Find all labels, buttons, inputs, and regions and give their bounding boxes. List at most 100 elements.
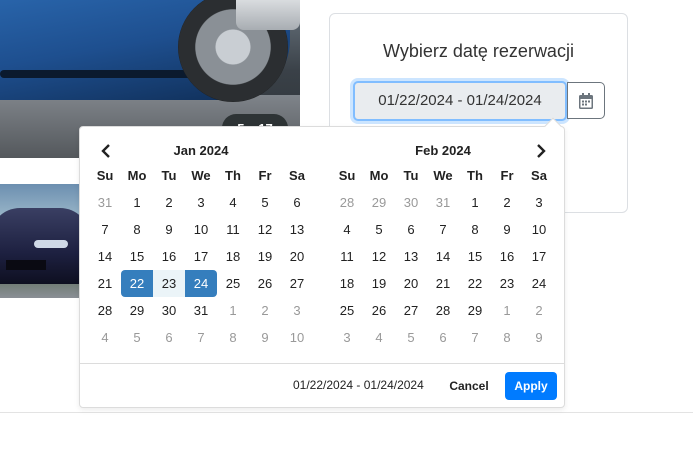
- calendar-day[interactable]: 11: [331, 243, 363, 270]
- calendar-day[interactable]: 4: [89, 324, 121, 351]
- calendar-day[interactable]: 4: [217, 189, 249, 216]
- calendar-day[interactable]: 30: [153, 297, 185, 324]
- weekday-label: Mo: [127, 168, 147, 183]
- calendar-day[interactable]: 8: [121, 216, 153, 243]
- calendar-day[interactable]: 5: [121, 324, 153, 351]
- calendar-day[interactable]: 7: [185, 324, 217, 351]
- calendar-day[interactable]: 4: [363, 324, 395, 351]
- calendar-day[interactable]: 1: [217, 297, 249, 324]
- calendar-day[interactable]: 9: [249, 324, 281, 351]
- calendar-day[interactable]: 9: [523, 324, 555, 351]
- calendar-day[interactable]: 4: [331, 216, 363, 243]
- calendar-day[interactable]: 7: [459, 324, 491, 351]
- calendar-day[interactable]: 15: [121, 243, 153, 270]
- calendar-day[interactable]: 2: [523, 297, 555, 324]
- calendar-day[interactable]: 26: [363, 297, 395, 324]
- car-photo-thumbnail[interactable]: [0, 184, 82, 298]
- calendar-day[interactable]: 5: [249, 189, 281, 216]
- calendar-day[interactable]: 25: [217, 270, 249, 297]
- calendar-day[interactable]: 27: [281, 270, 313, 297]
- calendar-day[interactable]: 3: [281, 297, 313, 324]
- calendar-day[interactable]: 27: [395, 297, 427, 324]
- calendar-day[interactable]: 19: [249, 243, 281, 270]
- calendar-day[interactable]: 13: [395, 243, 427, 270]
- calendar-day[interactable]: 29: [121, 297, 153, 324]
- calendar-day[interactable]: 6: [395, 216, 427, 243]
- calendar-day-selected[interactable]: 23: [153, 270, 185, 297]
- calendar-day[interactable]: 18: [217, 243, 249, 270]
- calendar-day[interactable]: 6: [427, 324, 459, 351]
- calendar-day[interactable]: 8: [491, 324, 523, 351]
- calendar-day[interactable]: 6: [281, 189, 313, 216]
- calendar-day[interactable]: 31: [89, 189, 121, 216]
- calendar-day[interactable]: 3: [185, 189, 217, 216]
- calendar-day[interactable]: 13: [281, 216, 313, 243]
- calendar-day[interactable]: 17: [185, 243, 217, 270]
- calendar-day[interactable]: 10: [185, 216, 217, 243]
- calendar-day[interactable]: 1: [459, 189, 491, 216]
- calendar-day[interactable]: 12: [249, 216, 281, 243]
- calendar-day[interactable]: 29: [459, 297, 491, 324]
- calendar-day[interactable]: 7: [427, 216, 459, 243]
- calendar-day[interactable]: 24: [523, 270, 555, 297]
- calendar-day[interactable]: 3: [331, 324, 363, 351]
- calendar-day[interactable]: 14: [427, 243, 459, 270]
- calendar-day[interactable]: 20: [395, 270, 427, 297]
- calendar-day[interactable]: 15: [459, 243, 491, 270]
- calendar-day[interactable]: 29: [363, 189, 395, 216]
- calendar-day[interactable]: 19: [363, 270, 395, 297]
- calendar-button[interactable]: [567, 82, 605, 119]
- calendar-day[interactable]: 1: [491, 297, 523, 324]
- calendar-day-selected[interactable]: 24: [185, 270, 217, 297]
- calendar-day[interactable]: 6: [153, 324, 185, 351]
- calendar-day[interactable]: 10: [281, 324, 313, 351]
- calendar-day[interactable]: 26: [249, 270, 281, 297]
- calendar-day[interactable]: 23: [491, 270, 523, 297]
- next-month-button[interactable]: [530, 140, 552, 162]
- calendar-day[interactable]: 25: [331, 297, 363, 324]
- calendar-day[interactable]: 21: [89, 270, 121, 297]
- calendar-day[interactable]: 8: [459, 216, 491, 243]
- calendar-day[interactable]: 2: [491, 189, 523, 216]
- chevron-right-icon: [537, 144, 546, 158]
- date-range-picker: Jan 2024 Su Mo Tu We Th Fr Sa 31 1 2 3 4 5 6 7 8 9 10 11 12…: [79, 117, 565, 408]
- apply-button[interactable]: Apply: [505, 372, 557, 400]
- weekday-label: Sa: [531, 168, 547, 183]
- calendar-day[interactable]: 9: [153, 216, 185, 243]
- month-title: Jan 2024: [173, 143, 229, 158]
- calendar-day[interactable]: 14: [89, 243, 121, 270]
- calendar-day-selected[interactable]: 22: [121, 270, 153, 297]
- calendar-day[interactable]: 16: [153, 243, 185, 270]
- calendar-day[interactable]: 28: [89, 297, 121, 324]
- page-divider: [0, 412, 693, 413]
- calendar-grid: Su Mo Tu We Th Fr Sa 28 29 30 31 1 2 3 4 5 6 7 8 9 10 11 12 13 1…: [331, 163, 555, 351]
- calendar-day[interactable]: 3: [523, 189, 555, 216]
- calendar-day[interactable]: 16: [491, 243, 523, 270]
- weekday-label: Mo: [369, 168, 389, 183]
- calendar-day[interactable]: 28: [427, 297, 459, 324]
- cancel-button[interactable]: Cancel: [442, 372, 496, 400]
- calendar-day[interactable]: 18: [331, 270, 363, 297]
- calendar-day[interactable]: 5: [395, 324, 427, 351]
- calendar-day[interactable]: 2: [249, 297, 281, 324]
- weekday-label: Sa: [289, 168, 305, 183]
- calendar-day[interactable]: 20: [281, 243, 313, 270]
- calendar-day[interactable]: 11: [217, 216, 249, 243]
- calendar-day[interactable]: 28: [331, 189, 363, 216]
- calendar-day[interactable]: 9: [491, 216, 523, 243]
- calendar-day[interactable]: 7: [89, 216, 121, 243]
- calendar-day[interactable]: 21: [427, 270, 459, 297]
- calendar-day[interactable]: 8: [217, 324, 249, 351]
- calendar-day[interactable]: 5: [363, 216, 395, 243]
- calendar-day[interactable]: 31: [427, 189, 459, 216]
- calendar-day[interactable]: 17: [523, 243, 555, 270]
- calendar-day[interactable]: 12: [363, 243, 395, 270]
- calendar-day[interactable]: 22: [459, 270, 491, 297]
- date-range-input[interactable]: 01/22/2024 - 01/24/2024: [353, 81, 567, 121]
- calendar-day[interactable]: 2: [153, 189, 185, 216]
- weekday-label: Su: [338, 168, 356, 183]
- calendar-day[interactable]: 31: [185, 297, 217, 324]
- calendar-day[interactable]: 1: [121, 189, 153, 216]
- calendar-day[interactable]: 30: [395, 189, 427, 216]
- calendar-day[interactable]: 10: [523, 216, 555, 243]
